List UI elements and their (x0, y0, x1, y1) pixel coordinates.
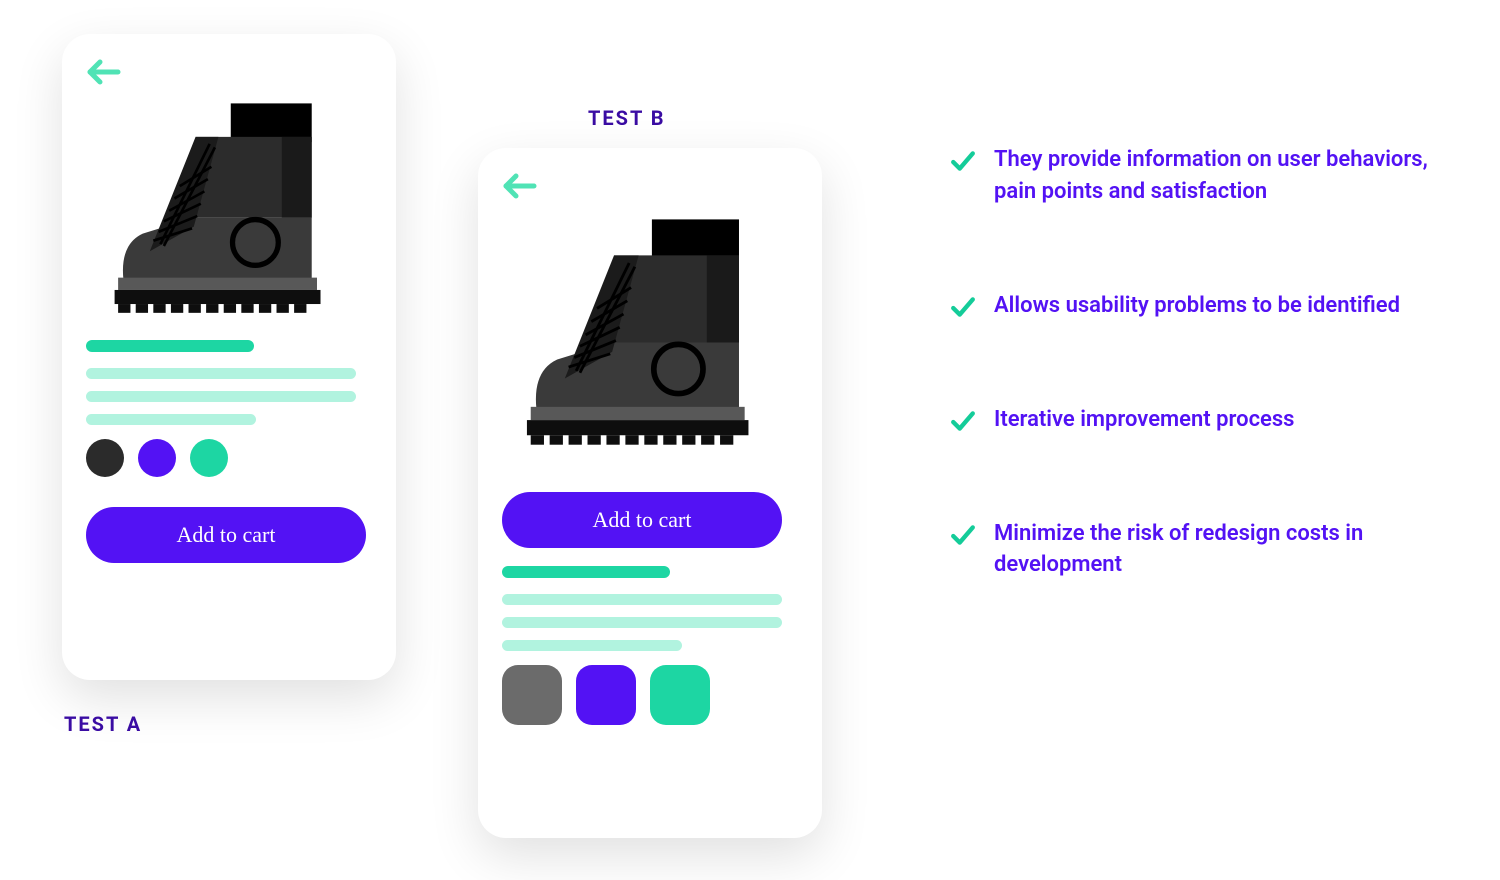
placeholder-body-line (86, 414, 256, 425)
color-swatches (502, 665, 798, 725)
add-to-cart-button[interactable]: Add to cart (86, 507, 366, 563)
back-arrow-icon[interactable] (86, 58, 122, 86)
phone-mockup-b: Add to cart (478, 148, 822, 838)
color-swatches (86, 439, 372, 477)
check-icon (950, 408, 976, 434)
product-image-boot (508, 206, 792, 460)
benefit-text: Iterative improvement process (994, 404, 1295, 436)
swatch-dark[interactable] (502, 665, 562, 725)
placeholder-title-line (86, 340, 254, 352)
benefit-text: They provide information on user behavio… (994, 144, 1430, 208)
test-a-label: TEST A (64, 712, 142, 736)
check-icon (950, 148, 976, 174)
benefit-item: Allows usability problems to be identifi… (950, 290, 1430, 322)
benefit-text: Minimize the risk of redesign costs in d… (994, 518, 1430, 582)
check-icon (950, 522, 976, 548)
benefit-item: Minimize the risk of redesign costs in d… (950, 518, 1430, 582)
placeholder-title-line (502, 566, 670, 578)
placeholder-body-line (86, 368, 356, 379)
placeholder-body-line (502, 617, 782, 628)
benefit-item: They provide information on user behavio… (950, 144, 1430, 208)
add-to-cart-button[interactable]: Add to cart (502, 492, 782, 548)
swatch-dark[interactable] (86, 439, 124, 477)
product-image-boot (97, 92, 361, 326)
swatch-accent[interactable] (138, 439, 176, 477)
swatch-mint[interactable] (190, 439, 228, 477)
phone-mockup-a: Add to cart (62, 34, 396, 680)
test-b-label: TEST B (588, 106, 666, 130)
back-arrow-icon[interactable] (502, 172, 538, 200)
swatch-accent[interactable] (576, 665, 636, 725)
swatch-mint[interactable] (650, 665, 710, 725)
placeholder-body-line (86, 391, 356, 402)
placeholder-body-line (502, 640, 682, 651)
placeholder-body-line (502, 594, 782, 605)
check-icon (950, 294, 976, 320)
benefits-list: They provide information on user behavio… (950, 144, 1430, 581)
benefit-item: Iterative improvement process (950, 404, 1430, 436)
benefit-text: Allows usability problems to be identifi… (994, 290, 1400, 322)
